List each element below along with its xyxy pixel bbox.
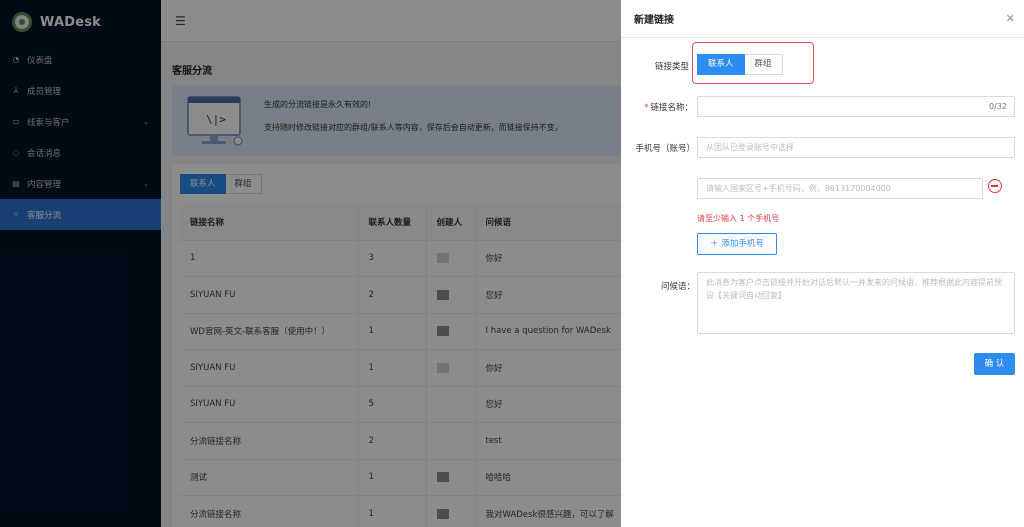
link-name-label: * 链接名称： bbox=[644, 103, 693, 113]
link-name-counter: 0/32 bbox=[989, 102, 1007, 111]
drawer-title: 新建链接 bbox=[634, 15, 674, 26]
link-type-selector: 联系人 群组 bbox=[697, 54, 783, 75]
link-type-label: 链接类型 bbox=[654, 62, 689, 72]
plus-icon: ＋ bbox=[710, 239, 719, 249]
close-icon[interactable]: ✕ bbox=[1006, 12, 1015, 25]
add-phone-label: 添加手机号 bbox=[721, 239, 764, 249]
remove-phone-icon[interactable] bbox=[988, 179, 1002, 193]
modal-mask[interactable] bbox=[0, 0, 621, 527]
add-phone-button[interactable]: ＋ 添加手机号 bbox=[697, 233, 777, 255]
phone-number-input[interactable]: 请输入国家区号+手机号码，例，8613170004000 bbox=[697, 178, 983, 199]
link-name-input[interactable]: 0/32 bbox=[697, 96, 1015, 117]
phone-account-label: 手机号（账号） bbox=[635, 144, 695, 154]
phone-account-select[interactable]: 从团队已登录账号中选择 bbox=[697, 137, 1015, 158]
confirm-button[interactable]: 确 认 bbox=[974, 353, 1015, 375]
greeting-textarea[interactable]: 此消息为客户点击链接并开始对话后默认一并发来的问候语，推荐根据此内容提前预设【关… bbox=[697, 272, 1015, 334]
greeting-label: 问候语： bbox=[660, 282, 695, 292]
phone-error-message: 请至少输入 1 个手机号 bbox=[697, 214, 780, 223]
drawer-header: 新建链接 ✕ bbox=[621, 0, 1024, 38]
link-type-groups[interactable]: 群组 bbox=[744, 54, 783, 75]
link-type-contacts[interactable]: 联系人 bbox=[697, 54, 745, 75]
new-link-drawer: 新建链接 ✕ 链接类型 联系人 群组 * 链接名称： 0/32 手机号（账号） 从… bbox=[621, 0, 1024, 527]
